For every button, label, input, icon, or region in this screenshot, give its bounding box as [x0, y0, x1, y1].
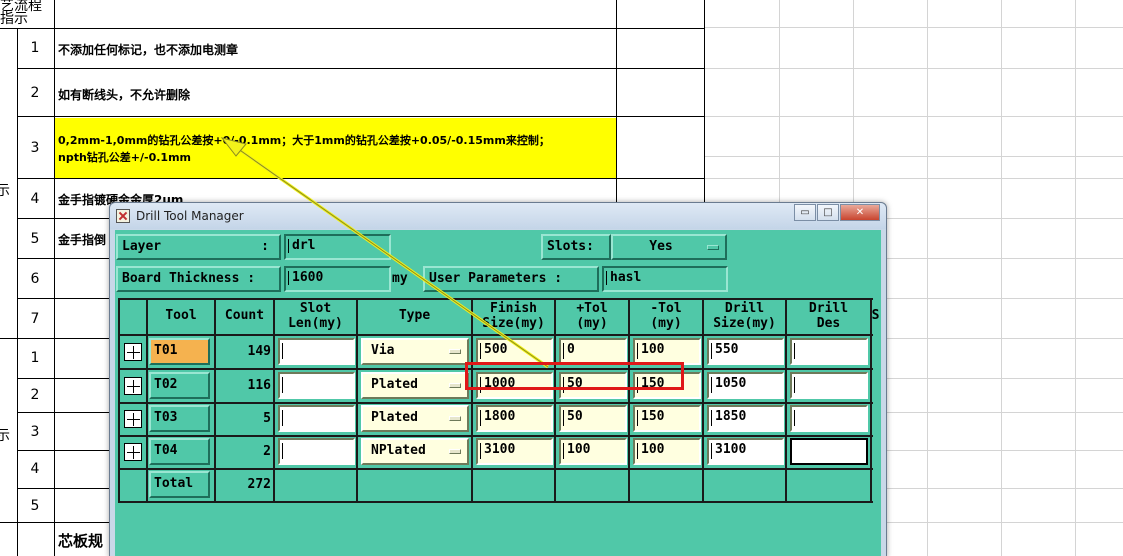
tool-button-t03[interactable]: T03 [149, 405, 210, 432]
sheet-cell-text: npth钻孔公差+/-0.1mm [58, 151, 192, 164]
total-button[interactable]: Total [149, 471, 210, 498]
col-header-count: Count [224, 308, 265, 323]
finish-size-input[interactable]: 1800 [476, 405, 553, 432]
tool-button-t01[interactable]: T01 [149, 338, 210, 365]
expand-icon[interactable] [124, 377, 142, 395]
window-client-area: Layer : drl Slots: Yes Board Thickness :… [115, 230, 881, 556]
tool-count: 149 [247, 344, 271, 359]
type-dropdown[interactable]: NPlated [361, 438, 469, 465]
tool-count: 2 [263, 444, 271, 459]
annotation-highlight-box [465, 362, 684, 390]
col-header-minus-tol: -Tol (my) [650, 301, 682, 331]
row-number: 2 [30, 387, 40, 403]
expand-icon[interactable] [124, 410, 142, 428]
tool-count: 5 [263, 411, 271, 426]
row-number: 4 [30, 461, 40, 477]
sheet-cell-text: 不添加任何标记，也不添加电测章 [58, 43, 239, 57]
expand-icon[interactable] [124, 343, 142, 361]
board-thickness-label: Board Thickness : [116, 266, 281, 292]
drill-size-input[interactable]: 1050 [707, 372, 784, 399]
drill-tools-table: Tool Count Slot Len(my) Type Finish Size(m… [118, 298, 880, 503]
row-number: 1 [30, 350, 40, 366]
sheet-cell-text: 0,2mm-1,0mm的钻孔公差按+0/-0.1mm；大于1mm的钻孔公差按+0… [58, 134, 550, 147]
type-dropdown[interactable]: Plated [361, 372, 469, 399]
header-cell: 指示 [0, 11, 28, 27]
type-dropdown[interactable]: Via [361, 338, 469, 365]
row-number: 6 [30, 271, 40, 287]
row-number: 7 [30, 311, 40, 327]
plus-tol-input[interactable]: 50 [559, 405, 627, 432]
plus-tol-input[interactable]: 100 [559, 438, 627, 465]
side-label: 示 [0, 183, 10, 199]
row-number: 4 [30, 191, 40, 207]
slot-len-input[interactable] [278, 405, 355, 432]
dropdown-icon [707, 245, 719, 250]
row-number: 3 [30, 424, 40, 440]
tool-count: 116 [247, 378, 271, 393]
maximize-button[interactable]: □ [817, 204, 839, 221]
col-header-drill-des: Drill Des [808, 301, 849, 331]
type-dropdown[interactable]: Plated [361, 405, 469, 432]
dropdown-icon [449, 349, 461, 354]
expand-icon[interactable] [124, 443, 142, 461]
total-count: 272 [247, 477, 271, 492]
slot-len-input[interactable] [278, 338, 355, 365]
finish-size-input[interactable]: 3100 [476, 438, 553, 465]
minus-tol-input[interactable]: 150 [633, 405, 701, 432]
drill-size-input[interactable]: 1850 [707, 405, 784, 432]
side-label: 示 [0, 428, 10, 444]
dropdown-icon [449, 383, 461, 388]
col-header-plus-tol: +Tol (my) [576, 301, 608, 331]
row-number: 3 [30, 140, 40, 156]
drill-size-input[interactable]: 3100 [707, 438, 784, 465]
sheet-cell-text: 金手指倒 [58, 233, 107, 247]
col-header-type: Type [398, 308, 431, 323]
user-parameters-label: User Parameters : [423, 266, 599, 292]
layer-field[interactable]: drl [284, 234, 391, 260]
row-number: 5 [30, 231, 40, 247]
col-header-slot-len: Slot Len(my) [288, 301, 343, 331]
slots-dropdown[interactable]: Yes [611, 234, 727, 260]
col-header-drill-size: Drill Size(my) [713, 301, 776, 331]
title-bar[interactable]: Drill Tool Manager ▭ □ ✕ [110, 203, 886, 229]
dropdown-icon [449, 416, 461, 421]
minimize-button[interactable]: ▭ [794, 204, 816, 221]
slot-len-input[interactable] [278, 372, 355, 399]
row-number: 5 [30, 498, 40, 514]
app-icon [116, 209, 130, 223]
col-header-finish-size: Finish Size(my) [482, 301, 545, 331]
board-thickness-field[interactable]: 1600 [284, 266, 391, 292]
board-thickness-unit: my [392, 271, 408, 286]
sheet-cell-text: 如有断线头，不允许删除 [58, 88, 191, 102]
row-number: 1 [30, 40, 40, 56]
plus-tol-input[interactable]: 0 [559, 338, 627, 365]
sheet-cell-text: 芯板规 [58, 532, 104, 550]
close-button[interactable]: ✕ [840, 204, 880, 221]
window-title: Drill Tool Manager [136, 209, 244, 223]
drill-des-input[interactable] [790, 372, 868, 399]
drill-des-input[interactable] [790, 405, 868, 432]
tool-button-t04[interactable]: T04 [149, 438, 210, 465]
tool-button-t02[interactable]: T02 [149, 372, 210, 399]
minus-tol-input[interactable]: 100 [633, 338, 701, 365]
dropdown-icon [449, 449, 461, 454]
finish-size-input[interactable]: 500 [476, 338, 553, 365]
minus-tol-input[interactable]: 100 [633, 438, 701, 465]
user-parameters-field[interactable]: hasl [602, 266, 728, 292]
layer-label: Layer : [116, 234, 281, 260]
drill-size-input[interactable]: 550 [707, 338, 784, 365]
drill-des-input[interactable] [790, 338, 868, 365]
col-header-tool: Tool [165, 308, 197, 323]
slot-len-input[interactable] [278, 438, 355, 465]
slots-label: Slots: [541, 234, 611, 260]
row-number: 2 [30, 85, 40, 101]
drill-des-input[interactable] [790, 438, 868, 465]
col-header-truncated: S [871, 308, 880, 323]
